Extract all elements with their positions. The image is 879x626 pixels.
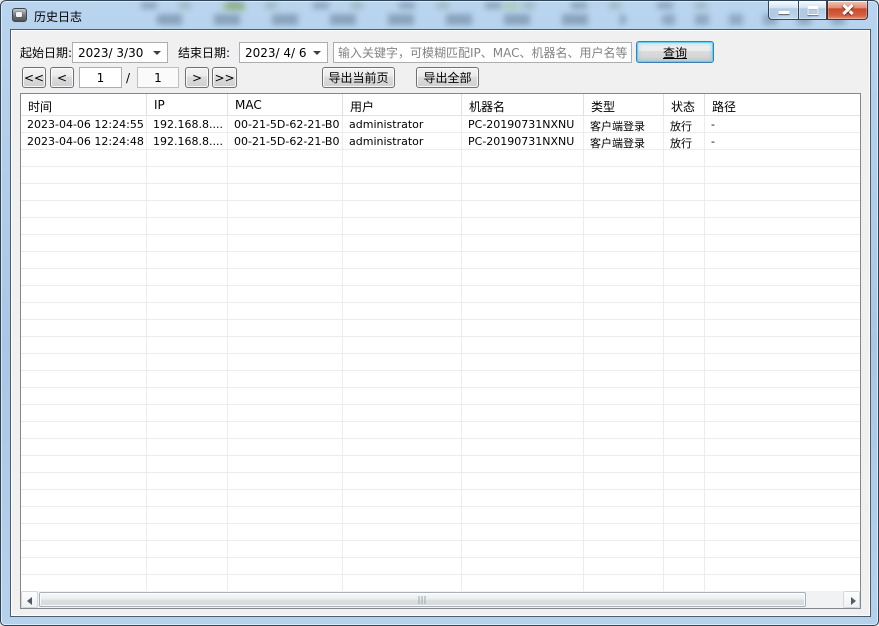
start-date-picker[interactable]: 2023/ 3/30 [72,42,168,63]
column-header-5[interactable]: 机器名 [462,94,584,115]
grid-line [461,116,462,591]
last-page-button[interactable]: >> [212,67,237,88]
end-date-label: 结束日期: [178,45,230,61]
column-header-7[interactable]: 状态 [664,94,705,115]
export-current-page-button[interactable]: 导出当前页 [322,67,395,88]
cell: - [705,116,860,133]
cell: PC-20190731NXNU [462,116,584,133]
dialog-client-area: 起始日期: 2023/ 3/30 结束日期: 2023/ 4/ 6 查询 << … [10,29,871,617]
chevron-down-icon [313,51,321,55]
cell: 192.168.8.... [147,133,228,150]
next-page-button[interactable]: > [185,67,209,88]
titlebar-glass-blur [223,3,245,10]
column-header-8[interactable]: 路径 [705,94,860,115]
cell: - [705,133,860,150]
cell: 放行 [664,133,705,150]
history-log-window: 历史日志 起始日期: 2023/ 3/30 结束日期: 2023/ 4/ 6 查… [0,0,879,626]
close-button[interactable] [827,1,868,20]
maximize-icon [807,6,818,15]
cell: 00-21-5D-62-21-B0 [228,133,343,150]
grid-line [583,116,584,591]
chevron-down-icon [153,51,161,55]
table-row[interactable]: 2023-04-06 12:24:48192.168.8....00-21-5D… [21,133,860,150]
current-page-input[interactable] [79,67,122,88]
end-date-value: 2023/ 4/ 6 [245,46,307,60]
cell: PC-20190731NXNU [462,133,584,150]
start-date-label: 起始日期: [20,45,72,61]
query-button[interactable]: 查询 [636,41,714,63]
cell: 2023-04-06 12:24:55 [21,116,147,133]
grid-line [227,116,228,591]
horizontal-scrollbar[interactable] [21,591,860,608]
column-header-2[interactable]: IP [147,94,228,115]
export-all-button[interactable]: 导出全部 [416,67,479,88]
scroll-right-icon [851,597,856,605]
page-separator-label: / [126,70,130,86]
total-pages-box: 1 [137,67,179,88]
close-icon [841,3,854,16]
start-date-value: 2023/ 3/30 [78,46,143,60]
end-date-picker[interactable]: 2023/ 4/ 6 [239,42,328,63]
scrollbar-thumb[interactable] [39,592,806,607]
cell: 客户端登录 [584,133,664,150]
minimize-button[interactable] [768,1,798,20]
grid-line [663,116,664,591]
minimize-icon [778,11,789,14]
column-header-1[interactable]: 时间 [21,94,147,115]
first-page-button[interactable]: << [22,67,46,88]
grid-line [342,116,343,591]
cell: 00-21-5D-62-21-B0 [228,116,343,133]
column-header-6[interactable]: 类型 [584,94,664,115]
maximize-button[interactable] [798,1,827,20]
titlebar-glass-blur [156,14,626,25]
scroll-left-icon [27,597,32,605]
app-icon [12,8,27,22]
grid-line [146,116,147,591]
cell: 放行 [664,116,705,133]
grid-line [704,116,705,591]
cell: administrator [343,116,462,133]
cell: administrator [343,133,462,150]
scrollbar-grip-icon [418,596,427,604]
column-header-3[interactable]: MAC [228,94,343,115]
cell: 客户端登录 [584,116,664,133]
cell: 192.168.8.... [147,116,228,133]
prev-page-button[interactable]: < [50,67,74,88]
window-title: 历史日志 [34,8,82,25]
log-table: 时间IPMAC用户机器名类型状态路径 2023-04-06 12:24:5519… [20,93,861,609]
keyword-search-input[interactable] [333,42,632,63]
cell: 2023-04-06 12:24:48 [21,133,147,150]
scroll-left-button[interactable] [21,591,38,608]
column-header-4[interactable]: 用户 [343,94,462,115]
titlebar-glass-blur [503,3,519,9]
table-header-row: 时间IPMAC用户机器名类型状态路径 [21,94,860,116]
table-row[interactable]: 2023-04-06 12:24:55192.168.8....00-21-5D… [21,116,860,133]
scroll-right-button[interactable] [843,591,860,608]
table-body: 2023-04-06 12:24:55192.168.8....00-21-5D… [21,116,860,591]
titlebar[interactable]: 历史日志 [1,1,878,29]
